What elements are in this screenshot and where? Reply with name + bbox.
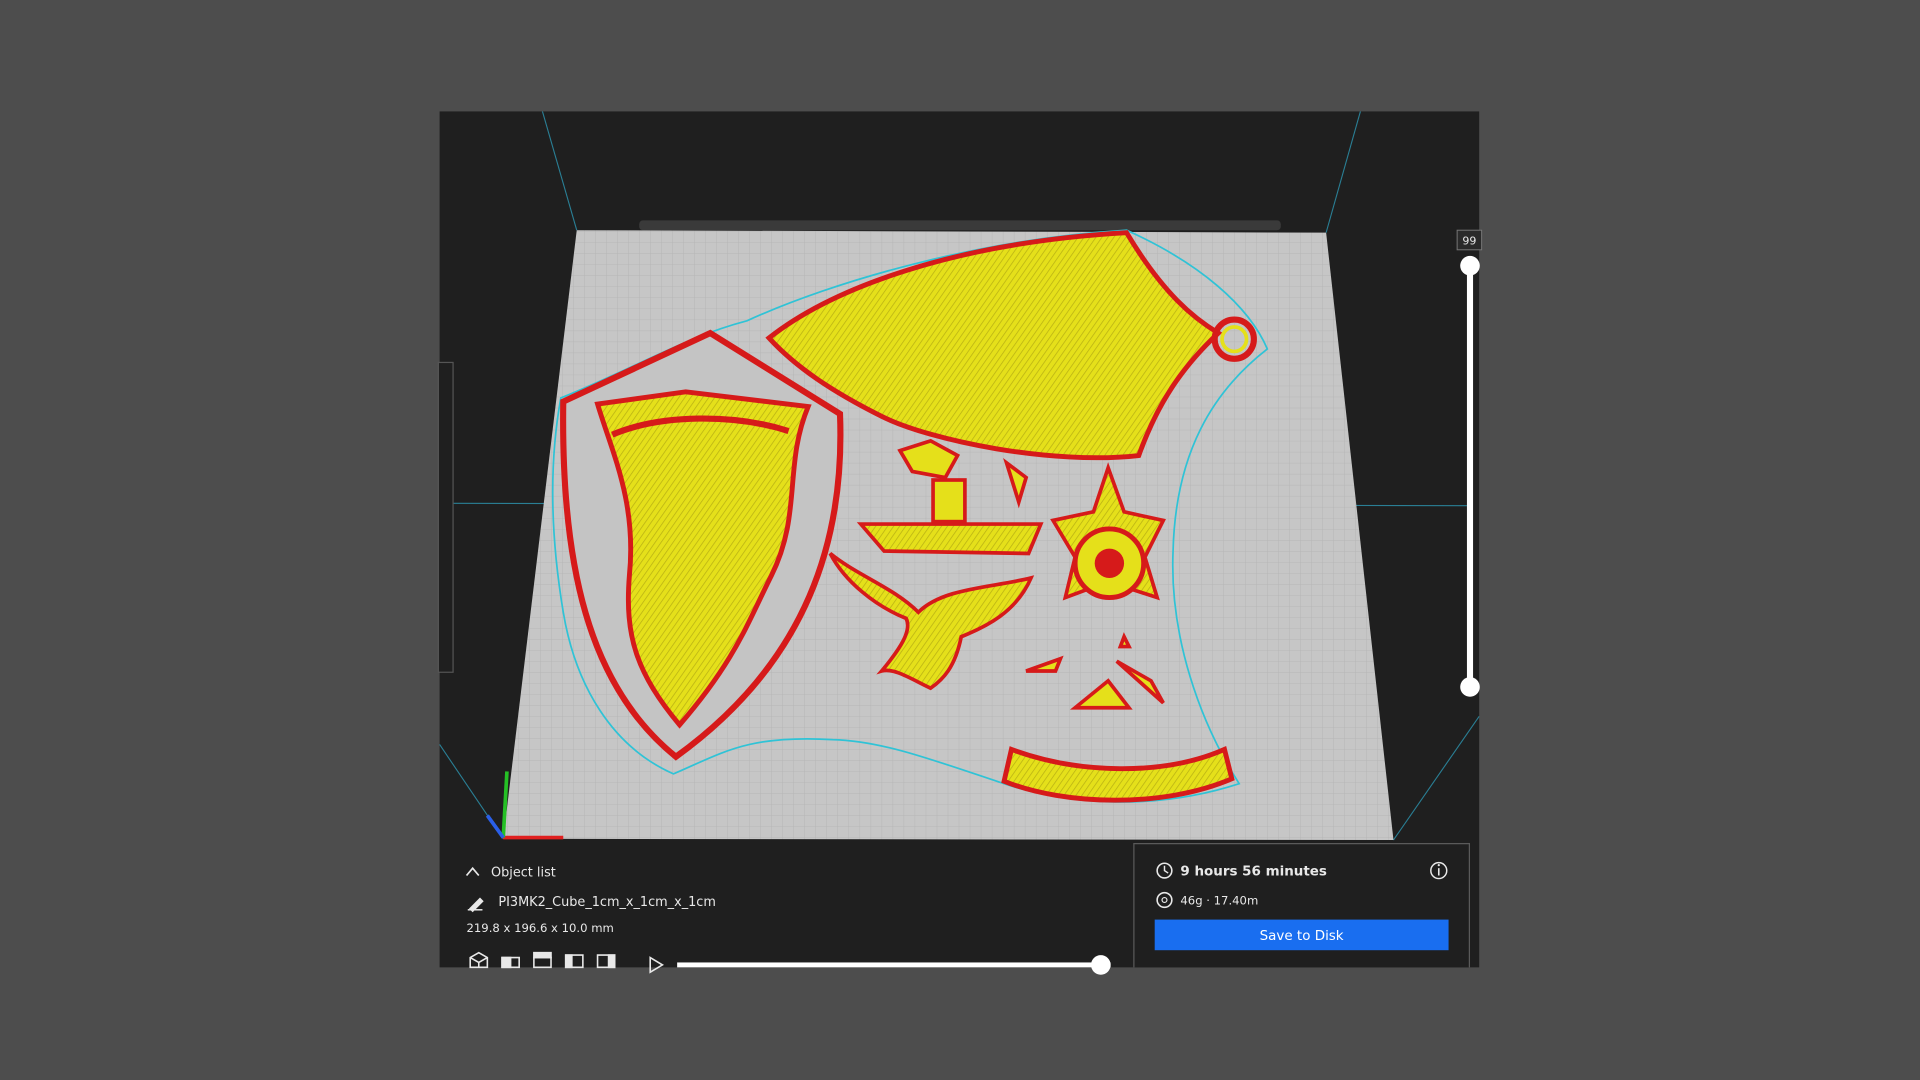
simulation-progress-track[interactable] [677,962,1111,968]
layer-top-value: 99 [1462,234,1476,247]
app-window: 99 Object list PI3MK2_Cube_1cm_x_1cm_x_1… [437,111,1483,975]
save-to-disk-label: Save to Disk [1260,929,1344,944]
printer-frame [639,220,1281,231]
layer-slider-track[interactable] [1466,265,1474,689]
print-material: 46g · 17.40m [1180,893,1258,907]
print-time: 9 hours 56 minutes [1180,865,1327,880]
simulation-progress-handle[interactable] [1091,955,1111,975]
layer-slider-top-handle[interactable] [1460,255,1480,276]
object-name[interactable]: PI3MK2_Cube_1cm_x_1cm_x_1cm [498,895,716,910]
print-summary-panel: 9 hours 56 minutes 46g · 17.40m Save to … [1133,843,1470,968]
left-panel-edge [437,361,454,673]
object-list-header[interactable]: Object list [491,866,556,881]
layer-slider-bottom-handle[interactable] [1460,677,1480,697]
object-dimensions: 219.8 x 196.6 x 10.0 mm [467,921,614,935]
